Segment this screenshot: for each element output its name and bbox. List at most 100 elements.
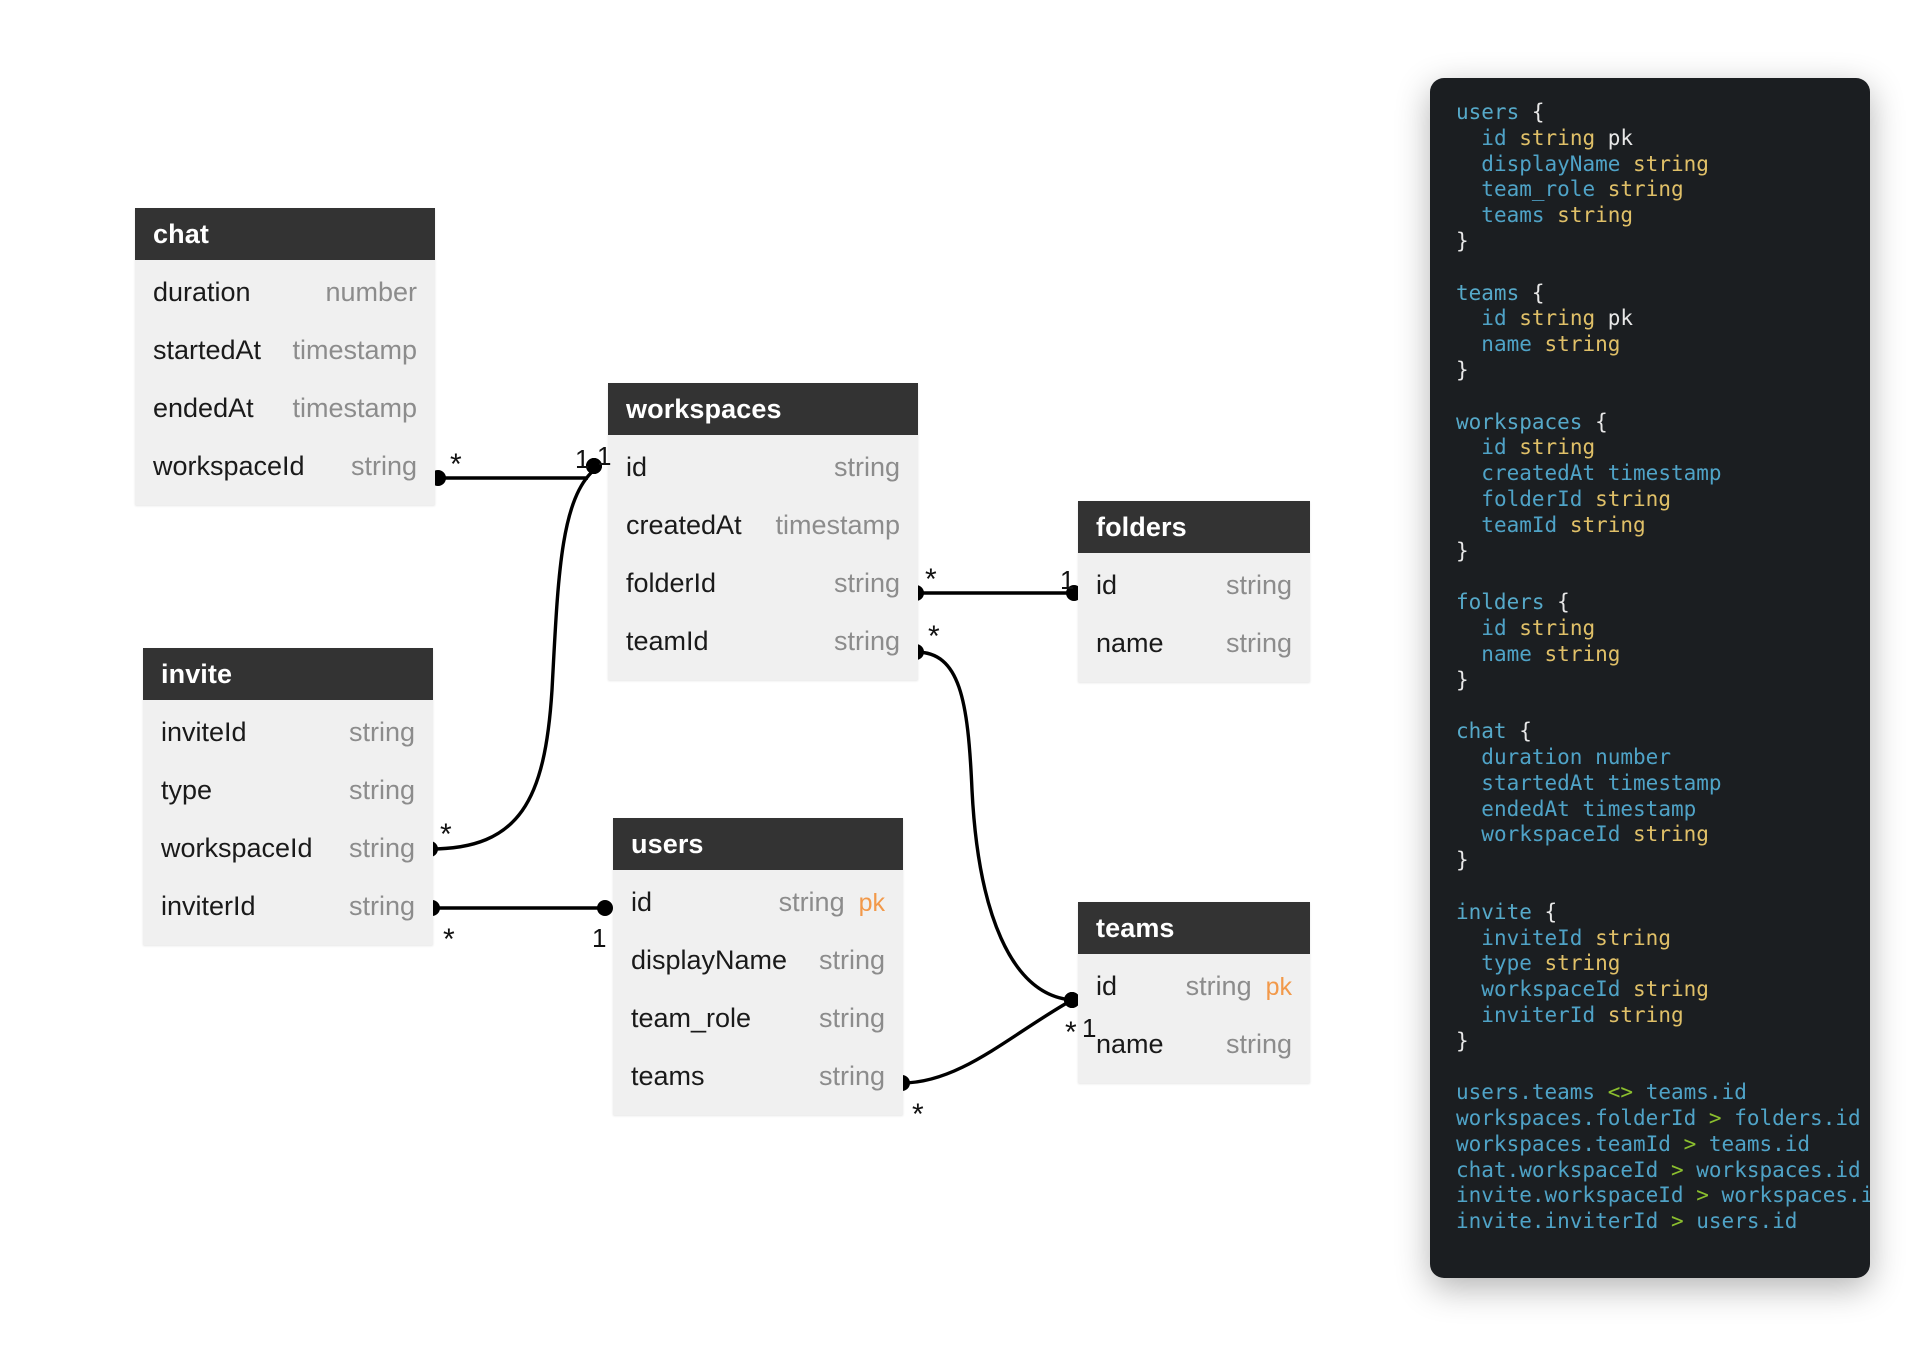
code-line: name string — [1456, 332, 1844, 358]
er-field-row[interactable]: name string — [1078, 1015, 1310, 1073]
code-line: id string — [1456, 616, 1844, 642]
er-table-folders[interactable]: foldersidstringnamestring — [1078, 501, 1310, 682]
er-field-meta: number — [325, 277, 417, 308]
er-table-users[interactable]: usersidstringpkdisplayNamestringteam_rol… — [613, 818, 903, 1115]
er-field-row[interactable]: startedAt timestamp — [135, 321, 435, 379]
er-field-list: idstringpkdisplayNamestringteam_rolestri… — [613, 870, 903, 1115]
code-line: invite { — [1456, 900, 1844, 926]
er-field-name: inviterId — [161, 891, 256, 922]
code-line: workspaces.teamId > teams.id — [1456, 1132, 1844, 1158]
primary-key-badge: pk — [1266, 973, 1292, 1002]
er-field-row[interactable]: workspaceId string — [143, 819, 433, 877]
er-field-type: string — [349, 775, 415, 806]
er-field-type: timestamp — [292, 335, 417, 366]
cardinality-label: 1 — [1082, 1015, 1096, 1041]
cardinality-label: 1 — [1060, 567, 1074, 593]
er-field-meta: timestamp — [292, 335, 417, 366]
er-field-type: string — [834, 452, 900, 483]
er-field-row[interactable]: team_rolestring — [613, 989, 903, 1047]
relationship-link-users-teams — [902, 1000, 1072, 1083]
er-field-row[interactable]: inviterId string — [143, 877, 433, 935]
er-diagram-canvas: chatdurationnumberstartedAttimestampende… — [0, 0, 1921, 1346]
er-table-teams[interactable]: teamsidstringpknamestring — [1078, 902, 1310, 1083]
er-table-invite[interactable]: inviteinviteIdstringtypestringworkspaceI… — [143, 648, 433, 945]
er-field-row[interactable]: teamsstring — [613, 1047, 903, 1105]
er-field-row[interactable]: id string — [608, 438, 918, 496]
code-line: id string — [1456, 435, 1844, 461]
code-line: workspaceId string — [1456, 822, 1844, 848]
relationship-link-invite-workspaces — [430, 470, 594, 849]
er-field-list: idstring name string — [1078, 553, 1310, 682]
er-field-type: string — [1226, 570, 1292, 601]
code-line: } — [1456, 539, 1844, 565]
cardinality-label: * — [450, 450, 462, 480]
er-table-chat[interactable]: chatdurationnumberstartedAttimestampende… — [135, 208, 435, 505]
er-field-name: inviteId — [161, 717, 247, 748]
er-field-type: string — [834, 568, 900, 599]
code-line: chat.workspaceId > workspaces.id — [1456, 1158, 1844, 1184]
code-line — [1456, 255, 1844, 281]
er-field-meta: string — [1226, 1029, 1292, 1060]
code-line — [1456, 693, 1844, 719]
er-field-type: timestamp — [775, 510, 900, 541]
code-editor-panel[interactable]: users { id string pk displayName string … — [1430, 78, 1870, 1278]
er-field-meta: string — [349, 775, 415, 806]
code-line — [1456, 1054, 1844, 1080]
code-line — [1456, 874, 1844, 900]
er-field-row[interactable]: idstringpk — [1078, 957, 1310, 1015]
er-field-name: id — [626, 452, 647, 483]
er-field-meta: timestamp — [292, 393, 417, 424]
er-field-name: name — [1096, 1029, 1164, 1060]
code-line: } — [1456, 848, 1844, 874]
er-field-row[interactable]: teamIdstring — [608, 612, 918, 670]
er-field-name: startedAt — [153, 335, 261, 366]
er-field-row[interactable]: idstringpk — [613, 873, 903, 931]
er-field-meta: timestamp — [775, 510, 900, 541]
er-field-list: id string createdAt timestamp folderId string… — [608, 435, 918, 680]
er-field-name: workspaceId — [153, 451, 305, 482]
cardinality-label: * — [912, 1100, 924, 1130]
code-line: name string — [1456, 642, 1844, 668]
er-field-type: string — [819, 1061, 885, 1092]
er-field-name: folderId — [626, 568, 716, 599]
er-field-row[interactable]: inviteId string — [143, 703, 433, 761]
er-field-type: timestamp — [292, 393, 417, 424]
er-table-title: invite — [143, 648, 433, 700]
er-field-type: string — [349, 891, 415, 922]
er-field-type: string — [779, 887, 845, 918]
code-line: users { — [1456, 100, 1844, 126]
er-field-row[interactable]: workspaceIdstring — [135, 437, 435, 495]
er-field-row[interactable]: endedAttimestamp — [135, 379, 435, 437]
er-field-row[interactable]: name string — [1078, 614, 1310, 672]
er-table-workspaces[interactable]: workspacesidstringcreatedAttimestampfold… — [608, 383, 918, 680]
er-field-row[interactable]: createdAt timestamp — [608, 496, 918, 554]
er-field-name: name — [1096, 628, 1164, 659]
er-field-name: workspaceId — [161, 833, 313, 864]
er-field-row[interactable]: folderId string — [608, 554, 918, 612]
code-line: type string — [1456, 951, 1844, 977]
er-field-row[interactable]: type string — [143, 761, 433, 819]
er-field-name: type — [161, 775, 212, 806]
er-field-meta: string — [1226, 570, 1292, 601]
er-table-title: users — [613, 818, 903, 870]
er-field-meta: string — [834, 626, 900, 657]
er-field-meta: string — [349, 717, 415, 748]
code-line: } — [1456, 668, 1844, 694]
cardinality-label: 1 — [592, 925, 606, 951]
er-field-name: team_role — [631, 1003, 751, 1034]
code-line: workspaceId string — [1456, 977, 1844, 1003]
cardinality-label: 1 — [575, 446, 589, 472]
er-field-type: string — [819, 945, 885, 976]
er-field-row[interactable]: durationnumber — [135, 263, 435, 321]
er-field-row[interactable]: idstring — [1078, 556, 1310, 614]
er-field-meta: stringpk — [779, 887, 885, 918]
er-field-type: number — [325, 277, 417, 308]
er-field-type: string — [1226, 628, 1292, 659]
code-line: team_role string — [1456, 177, 1844, 203]
er-field-meta: string — [349, 833, 415, 864]
code-text[interactable]: users { id string pk displayName string … — [1456, 100, 1844, 1235]
er-field-name: createdAt — [626, 510, 742, 541]
code-line: invite.workspaceId > workspaces.id — [1456, 1183, 1844, 1209]
er-field-row[interactable]: displayNamestring — [613, 931, 903, 989]
code-line — [1456, 384, 1844, 410]
